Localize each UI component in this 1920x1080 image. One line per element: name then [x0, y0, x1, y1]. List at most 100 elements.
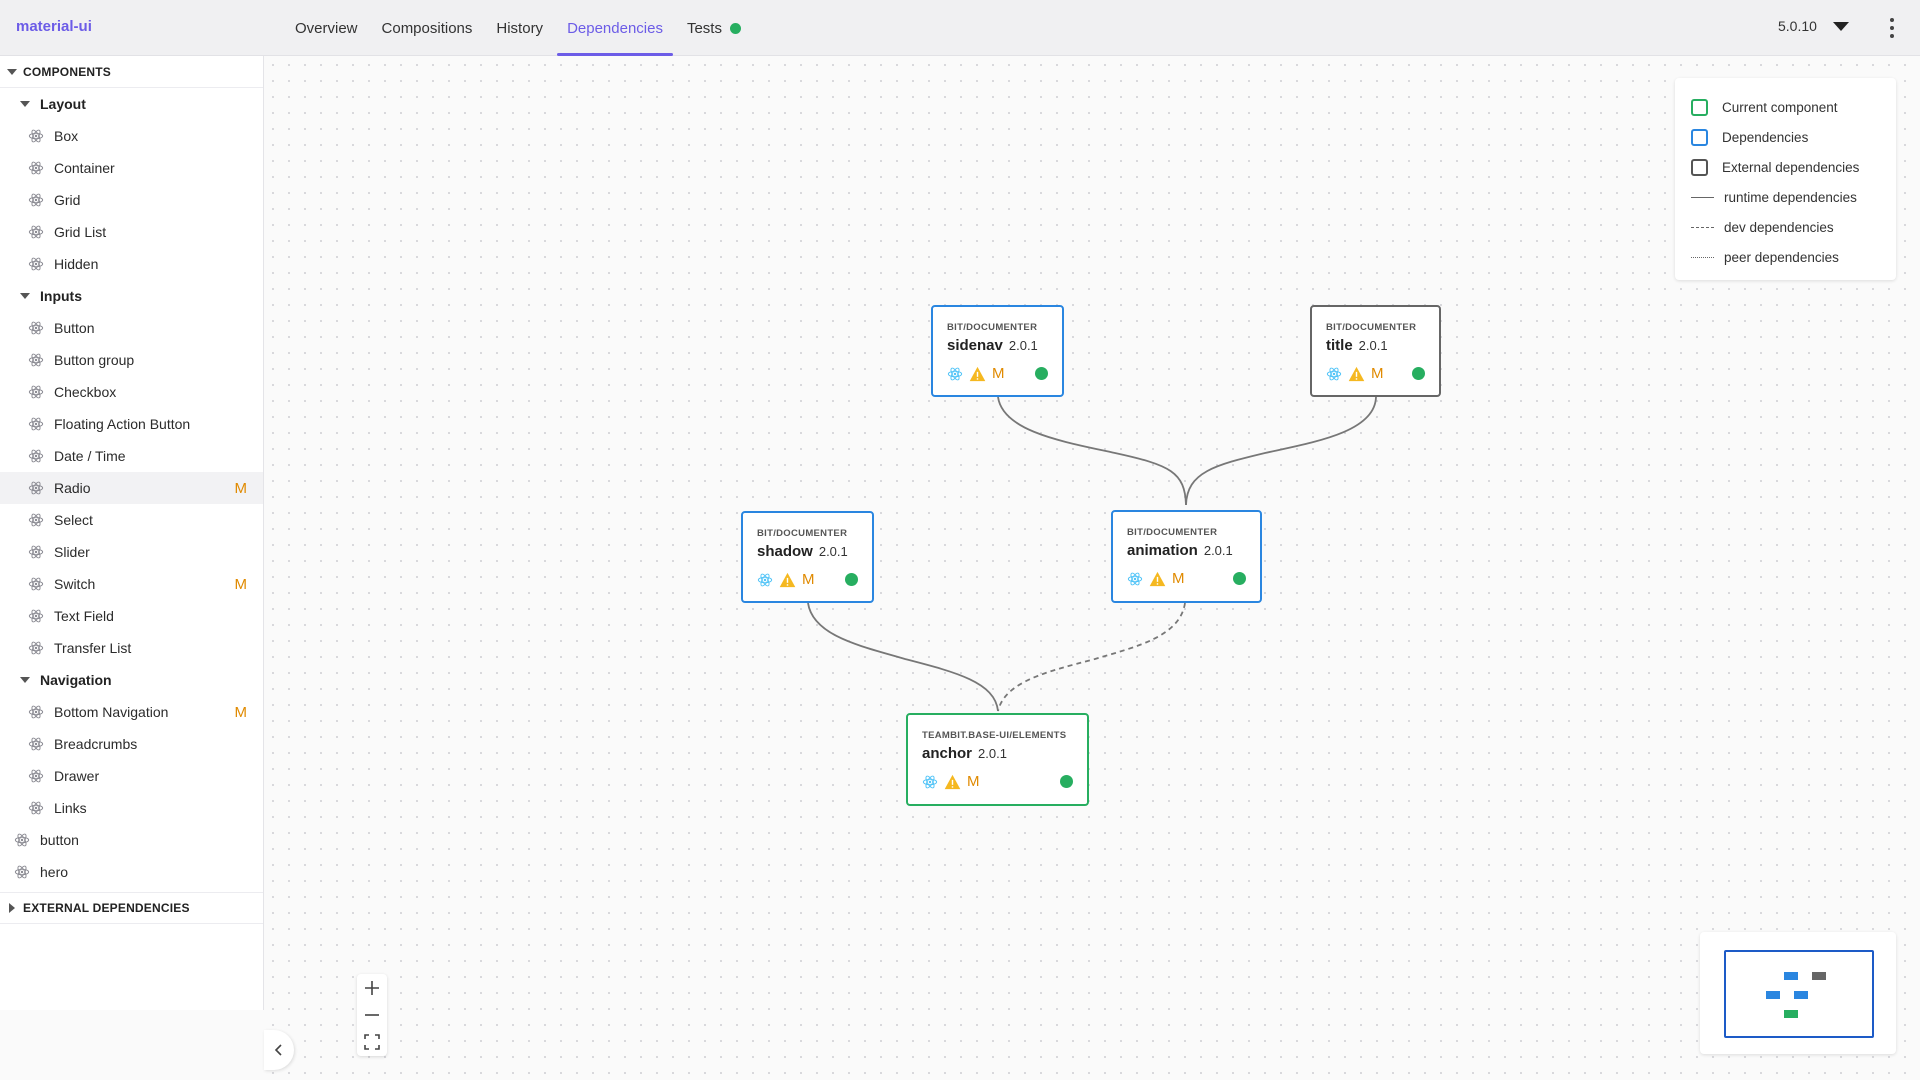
- tab-compositions[interactable]: Compositions: [370, 0, 485, 56]
- status-ok-dot: [1233, 572, 1246, 585]
- component-icon: [28, 417, 44, 431]
- tree-item-grid-list[interactable]: Grid List: [0, 216, 263, 248]
- tree-group-layout[interactable]: Layout: [0, 88, 263, 120]
- warning-icon: [1149, 571, 1166, 586]
- tree-item-label: Radio: [54, 480, 91, 496]
- legend-peer-label: peer dependencies: [1724, 249, 1839, 265]
- tree-item-button[interactable]: Button: [0, 312, 263, 344]
- tab-history[interactable]: History: [484, 0, 555, 56]
- tree-item-button[interactable]: button: [0, 824, 263, 856]
- tree-item-hidden[interactable]: Hidden: [0, 248, 263, 280]
- tree-item-radio[interactable]: Radio M: [0, 472, 263, 504]
- node-name: anchor: [922, 745, 973, 762]
- status-ok-dot: [1035, 367, 1048, 380]
- tree-item-switch[interactable]: Switch M: [0, 568, 263, 600]
- node-badges: M: [947, 365, 1005, 382]
- tree-item-date-time[interactable]: Date / Time: [0, 440, 263, 472]
- node-anchor[interactable]: TEAMBIT.BASE-UI/ELEMENTS anchor 2.0.1 M: [906, 713, 1089, 806]
- component-icon: [28, 225, 44, 239]
- node-badges: M: [757, 571, 815, 588]
- minimap-node-anchor: [1784, 1010, 1798, 1018]
- tree-item-drawer[interactable]: Drawer: [0, 760, 263, 792]
- legend-external: External dependencies: [1691, 152, 1880, 182]
- node-animation[interactable]: BIT/DOCUMENTER animation 2.0.1 M: [1111, 510, 1262, 603]
- minimap-node-shadow: [1766, 991, 1780, 999]
- tree-item-button-group[interactable]: Button group: [0, 344, 263, 376]
- node-shadow[interactable]: BIT/DOCUMENTER shadow 2.0.1 M: [741, 511, 874, 603]
- node-name: shadow: [757, 543, 813, 560]
- chevron-right-icon: [9, 903, 15, 913]
- tree-item-bottom-navigation[interactable]: Bottom Navigation M: [0, 696, 263, 728]
- tree-item-label: Container: [54, 160, 115, 176]
- tab-dependencies[interactable]: Dependencies: [555, 0, 675, 56]
- external-dependencies-header[interactable]: EXTERNAL DEPENDENCIES: [0, 892, 263, 924]
- tree-item-breadcrumbs[interactable]: Breadcrumbs: [0, 728, 263, 760]
- node-scope: BIT/DOCUMENTER: [947, 322, 1038, 333]
- tree-group-label: Layout: [40, 96, 86, 112]
- status-ok-dot: [1060, 775, 1073, 788]
- component-icon: [28, 609, 44, 623]
- tree-item-label: Button: [54, 320, 95, 336]
- zoom-in-button[interactable]: [357, 974, 387, 1001]
- modified-badge: M: [1371, 365, 1384, 382]
- tree-item-text-field[interactable]: Text Field: [0, 600, 263, 632]
- minus-icon: [365, 1013, 379, 1016]
- legend-runtime-label: runtime dependencies: [1724, 189, 1857, 205]
- legend-peer-line: [1691, 256, 1714, 258]
- node-version: 2.0.1: [978, 746, 1007, 761]
- fit-view-icon: [364, 1033, 380, 1050]
- graph-legend: Current component Dependencies External …: [1675, 78, 1896, 280]
- node-title[interactable]: BIT/DOCUMENTER title 2.0.1 M: [1310, 305, 1441, 397]
- tree-item-label: Grid List: [54, 224, 107, 240]
- warning-icon: [1348, 366, 1365, 381]
- tree-item-label: Select: [54, 512, 93, 528]
- node-version: 2.0.1: [1358, 338, 1388, 353]
- component-icon: [28, 801, 44, 815]
- tree-item-label: Grid: [54, 192, 81, 208]
- scope-title[interactable]: material-ui: [16, 18, 92, 35]
- node-version: 2.0.1: [1008, 338, 1038, 353]
- edge-animation-sidenav: [997, 396, 1187, 506]
- more-options-icon[interactable]: [1884, 16, 1900, 40]
- tree-item-hero[interactable]: hero: [0, 856, 263, 888]
- tree-item-container[interactable]: Container: [0, 152, 263, 184]
- chevron-left-icon: [274, 1044, 282, 1056]
- tree-item-label: button: [40, 832, 79, 848]
- node-title: sidenav 2.0.1: [947, 337, 1038, 354]
- react-icon: [757, 573, 773, 586]
- legend-runtime: runtime dependencies: [1691, 182, 1880, 212]
- tree-item-label: Switch: [54, 576, 96, 592]
- tree-item-select[interactable]: Select: [0, 504, 263, 536]
- tab-overview[interactable]: Overview: [283, 0, 370, 56]
- tree-item-slider[interactable]: Slider: [0, 536, 263, 568]
- sidebar-footer: [0, 1010, 264, 1080]
- tree-item-links[interactable]: Links: [0, 792, 263, 824]
- node-sidenav[interactable]: BIT/DOCUMENTER sidenav 2.0.1 M: [931, 305, 1064, 397]
- legend-dev: dev dependencies: [1691, 212, 1880, 242]
- tree-item-grid[interactable]: Grid: [0, 184, 263, 216]
- graph-edges: [807, 396, 1377, 712]
- node-scope: BIT/DOCUMENTER: [757, 528, 848, 539]
- component-icon: [14, 865, 30, 879]
- zoom-out-button[interactable]: [357, 1001, 387, 1028]
- graph-minimap[interactable]: [1700, 932, 1896, 1054]
- tree-group-inputs[interactable]: Inputs: [0, 280, 263, 312]
- legend-current: Current component: [1691, 92, 1880, 122]
- version-dropdown[interactable]: 5.0.10: [1778, 18, 1849, 34]
- tab-tests[interactable]: Tests: [675, 0, 753, 56]
- tree-item-label: Drawer: [54, 768, 100, 784]
- dependency-graph-canvas[interactable]: BIT/DOCUMENTER sidenav 2.0.1 M BIT/DOCUME…: [265, 57, 1920, 1080]
- tree-item-transfer-list[interactable]: Transfer List: [0, 632, 263, 664]
- tree-item-box[interactable]: Box: [0, 120, 263, 152]
- modified-badge: M: [992, 365, 1005, 382]
- components-section-header[interactable]: COMPONENTS: [0, 56, 263, 88]
- edge-animation-title: [1185, 396, 1377, 506]
- tree-group-navigation[interactable]: Navigation: [0, 664, 263, 696]
- tree-item-floating-action-button[interactable]: Floating Action Button: [0, 408, 263, 440]
- warning-icon: [779, 572, 796, 587]
- component-icon: [14, 833, 30, 847]
- react-icon: [922, 775, 938, 788]
- fit-view-button[interactable]: [357, 1028, 387, 1055]
- tree-item-checkbox[interactable]: Checkbox: [0, 376, 263, 408]
- tab-bar: Overview Compositions History Dependenci…: [283, 0, 753, 56]
